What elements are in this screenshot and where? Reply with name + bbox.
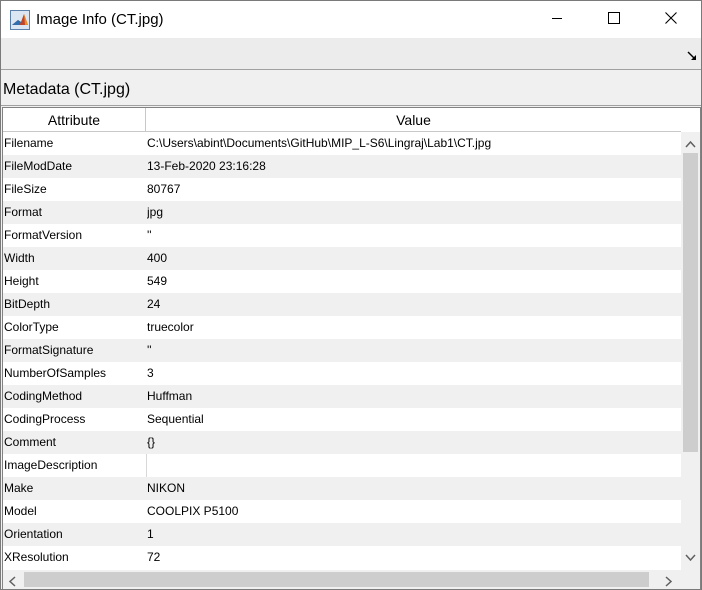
attribute-cell: Model [4,504,37,518]
attribute-cell: Filename [4,136,54,150]
table-row[interactable]: FileModDate 13-Feb-2020 23:16:28 [3,155,681,178]
minimize-button[interactable] [528,1,585,38]
undock-icon[interactable] [687,48,697,60]
table-body: Filename C:\Users\abint\Documents\GitHub\… [3,132,681,570]
scroll-left-icon[interactable] [8,574,16,589]
table-row[interactable]: Comment {} [3,431,681,454]
attribute-cell: Format [4,205,43,219]
horizontal-scroll-thumb[interactable] [24,572,649,587]
metadata-table: Attribute Value Filename C:\Users\abint\D… [2,107,701,589]
scroll-up-icon[interactable] [685,135,696,153]
attribute-cell: CodingProcess [4,412,86,426]
attribute-cell: ColorType [4,320,59,334]
minimize-icon [551,11,563,29]
value-cell: 24 [147,297,161,311]
table-row[interactable]: XResolution 72 [3,546,681,569]
attribute-cell: FormatVersion [4,228,83,242]
maximize-icon [607,11,620,29]
attribute-cell: Comment [4,435,57,449]
table-row[interactable]: CodingProcess Sequential [3,408,681,431]
close-button[interactable] [642,1,699,38]
table-row[interactable]: Model COOLPIX P5100 [3,500,681,523]
divider [1,105,701,106]
value-cell: 400 [147,251,168,265]
attribute-cell: XResolution [4,550,69,564]
table-row[interactable]: FileSize 80767 [3,178,681,201]
table-row[interactable]: FormatVersion '' [3,224,681,247]
value-cell: 549 [147,274,168,288]
value-cell: truecolor [147,320,194,334]
table-row[interactable]: Format jpg [3,201,681,224]
maximize-button[interactable] [585,1,642,38]
attribute-cell: Make [4,481,34,495]
title-bar[interactable]: Image Info (CT.jpg) [1,1,701,38]
table-row[interactable]: Filename C:\Users\abint\Documents\GitHub\… [3,132,681,155]
value-cell: Sequential [147,412,204,426]
table-row[interactable]: CodingMethod Huffman [3,385,681,408]
attribute-cell: ImageDescription [4,458,98,472]
value-cell: Huffman [147,389,193,403]
attribute-cell: FileSize [4,182,47,196]
table-header: Attribute Value [3,108,681,132]
attribute-cell: NumberOfSamples [4,366,107,380]
attribute-cell: Height [4,274,39,288]
matlab-icon [10,10,30,30]
attribute-cell: Width [4,251,35,265]
attribute-cell: FileModDate [4,159,73,173]
close-icon [664,11,677,29]
column-header-value[interactable]: Value [146,108,681,131]
scroll-right-icon[interactable] [665,574,673,589]
value-cell: jpg [147,205,164,219]
value-cell: '' [147,343,152,357]
attribute-cell: CodingMethod [4,389,83,403]
horizontal-scrollbar[interactable] [3,570,700,589]
value-cell: 80767 [147,182,181,196]
table-row[interactable]: Orientation 1 [3,523,681,546]
scroll-down-icon[interactable] [685,549,696,567]
attribute-cell: BitDepth [4,297,51,311]
table-row[interactable]: FormatSignature '' [3,339,681,362]
value-cell: {} [147,435,156,449]
value-cell [147,454,679,477]
panel-title: Metadata (CT.jpg) [3,81,131,98]
toolbar [1,38,701,70]
vertical-scroll-thumb[interactable] [683,153,698,452]
attribute-cell: FormatSignature [4,343,94,357]
table-row[interactable]: NumberOfSamples 3 [3,362,681,385]
value-cell: 72 [147,550,161,564]
vertical-scrollbar[interactable] [681,132,700,570]
value-cell: '' [147,228,152,242]
value-cell: 3 [147,366,154,380]
value-cell: COOLPIX P5100 [147,504,239,518]
value-cell: C:\Users\abint\Documents\GitHub\MIP_L-S6… [147,136,492,150]
scrollbar-corner [681,570,700,589]
table-row[interactable]: Make NIKON [3,477,681,500]
column-header-attribute[interactable]: Attribute [3,108,146,131]
value-cell: 13-Feb-2020 23:16:28 [147,159,266,173]
table-row[interactable]: Height 549 [3,270,681,293]
value-cell: NIKON [147,481,186,495]
table-row[interactable]: BitDepth 24 [3,293,681,316]
table-row[interactable]: ColorType truecolor [3,316,681,339]
value-cell: 1 [147,527,154,541]
table-row[interactable]: ImageDescription [3,454,681,477]
attribute-cell: Orientation [4,527,63,541]
window-title: Image Info (CT.jpg) [36,11,164,28]
table-row[interactable]: Width 400 [3,247,681,270]
image-info-window: Image Info (CT.jpg) Metadata (CT.jpg) At… [0,0,702,590]
